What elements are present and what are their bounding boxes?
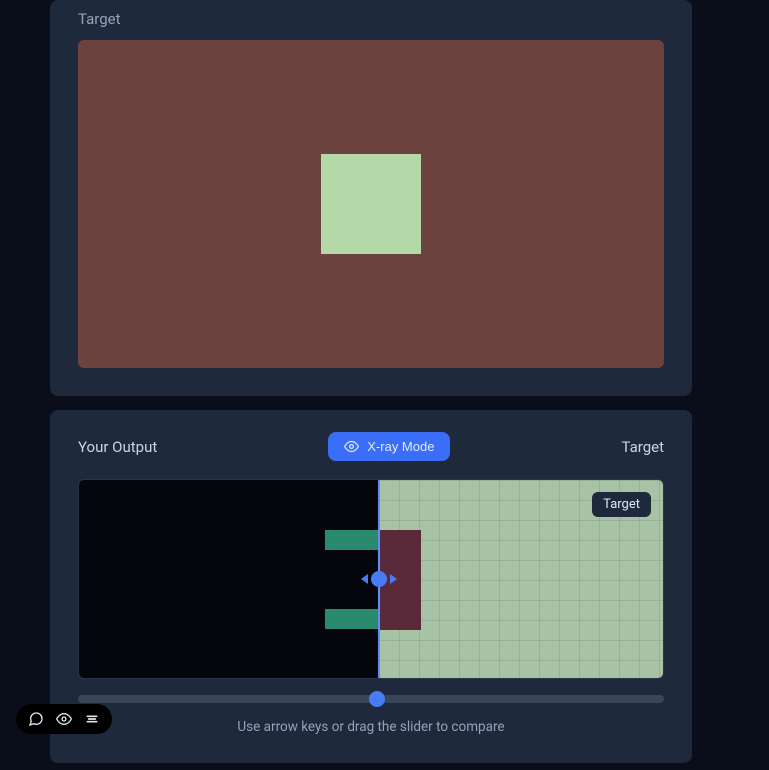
view-icon[interactable] bbox=[56, 711, 72, 727]
compare-header: Your Output X-ray Mode Target bbox=[78, 432, 664, 461]
handle-circle[interactable] bbox=[371, 571, 387, 587]
arrow-left-icon bbox=[361, 574, 368, 584]
floating-toolbar bbox=[16, 704, 112, 734]
arrow-right-icon bbox=[390, 574, 397, 584]
compare-handle[interactable] bbox=[361, 571, 397, 587]
compare-output-view bbox=[79, 480, 379, 678]
output-shape-1 bbox=[325, 530, 379, 550]
compare-panel: Your Output X-ray Mode Target Target bbox=[50, 410, 692, 763]
target-label: Target bbox=[78, 10, 664, 28]
helper-text: Use arrow keys or drag the slider to com… bbox=[78, 719, 664, 735]
target-badge: Target bbox=[592, 492, 651, 517]
target-panel: Target bbox=[50, 0, 692, 396]
xray-button-label: X-ray Mode bbox=[367, 439, 434, 454]
slider-thumb[interactable] bbox=[369, 691, 385, 707]
compare-target-view: Target bbox=[379, 480, 663, 678]
settings-icon[interactable] bbox=[84, 711, 100, 727]
chat-icon[interactable] bbox=[28, 711, 44, 727]
eye-icon bbox=[344, 439, 359, 454]
target-square bbox=[321, 154, 421, 254]
xray-mode-button[interactable]: X-ray Mode bbox=[328, 432, 450, 461]
output-label: Your Output bbox=[78, 438, 157, 456]
compare-target-label: Target bbox=[621, 438, 664, 456]
output-shape-2 bbox=[325, 609, 379, 629]
compare-canvas[interactable]: Target bbox=[78, 479, 664, 679]
compare-slider[interactable] bbox=[78, 695, 664, 703]
target-canvas bbox=[78, 40, 664, 368]
